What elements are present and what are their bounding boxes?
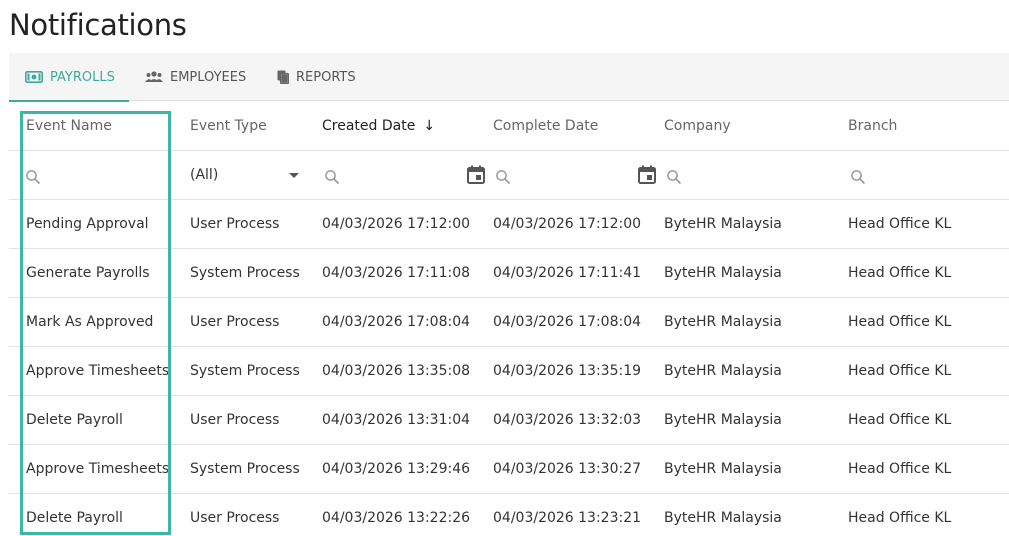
cell-complete-date: 04/03/2026 13:23:21	[493, 510, 642, 526]
cell-branch: Head Office KL	[848, 363, 952, 379]
tab-label: REPORTS	[296, 69, 356, 85]
branch-filter-input[interactable]	[848, 151, 1008, 199]
notifications-grid: Event Name Event Type Created Date ↓ Com…	[9, 102, 1009, 536]
column-header-branch[interactable]: Branch	[848, 102, 1008, 150]
cell-branch: Head Office KL	[848, 265, 952, 281]
cell-event-type: System Process	[190, 265, 300, 281]
cell-event-name: Approve Timesheets	[26, 461, 170, 477]
cell-branch: Head Office KL	[848, 510, 952, 526]
table-row[interactable]: Pending Approval User Process 04/03/2026…	[9, 200, 1009, 249]
cell-created-date: 04/03/2026 13:29:46	[322, 461, 471, 477]
table-row[interactable]: Delete Payroll User Process 04/03/2026 1…	[9, 494, 1009, 536]
cell-event-type: User Process	[190, 314, 280, 330]
cell-company: ByteHR Malaysia	[664, 216, 782, 232]
column-header-event-type[interactable]: Event Type	[190, 102, 320, 150]
search-icon	[850, 169, 866, 185]
column-header-label: Created Date	[322, 118, 416, 134]
cell-company: ByteHR Malaysia	[664, 363, 782, 379]
tab-payrolls[interactable]: PAYROLLS	[9, 53, 129, 102]
column-header-complete-date[interactable]: Complete Date	[493, 102, 658, 150]
cell-created-date: 04/03/2026 13:22:26	[322, 510, 471, 526]
cell-created-date: 04/03/2026 17:12:00	[322, 216, 471, 232]
column-header-created-date[interactable]: Created Date ↓	[322, 102, 487, 150]
cell-complete-date: 04/03/2026 13:35:19	[493, 363, 642, 379]
tab-bar: PAYROLLS EMPLOYEES REPORTS	[9, 53, 1009, 102]
search-icon	[25, 169, 41, 185]
cell-event-name: Delete Payroll	[26, 412, 123, 428]
cell-company: ByteHR Malaysia	[664, 412, 782, 428]
money-icon	[25, 71, 43, 83]
event-type-filter-select[interactable]: (All)	[190, 151, 320, 199]
users-icon	[145, 71, 163, 83]
search-icon	[495, 169, 511, 185]
filter-select-value: (All)	[190, 167, 219, 183]
page-title: Notifications	[9, 8, 187, 42]
cell-company: ByteHR Malaysia	[664, 265, 782, 281]
calendar-icon[interactable]	[467, 165, 485, 188]
cell-created-date: 04/03/2026 13:35:08	[322, 363, 471, 379]
cell-created-date: 04/03/2026 17:11:08	[322, 265, 471, 281]
tab-label: EMPLOYEES	[170, 69, 247, 85]
cell-company: ByteHR Malaysia	[664, 510, 782, 526]
header-row: Event Name Event Type Created Date ↓ Com…	[9, 102, 1009, 151]
cell-created-date: 04/03/2026 13:31:04	[322, 412, 471, 428]
sort-desc-icon: ↓	[423, 118, 436, 134]
table-row[interactable]: Mark As Approved User Process 04/03/2026…	[9, 298, 1009, 347]
cell-event-type: User Process	[190, 510, 280, 526]
search-icon	[666, 169, 682, 185]
cell-complete-date: 04/03/2026 17:11:41	[493, 265, 642, 281]
cell-created-date: 04/03/2026 17:08:04	[322, 314, 471, 330]
column-header-event-name[interactable]: Event Name	[26, 102, 176, 150]
cell-branch: Head Office KL	[848, 412, 952, 428]
cell-event-name: Generate Payrolls	[26, 265, 150, 281]
cell-company: ByteHR Malaysia	[664, 314, 782, 330]
cell-event-name: Approve Timesheets	[26, 363, 170, 379]
company-filter-input[interactable]	[664, 151, 844, 199]
cell-branch: Head Office KL	[848, 461, 952, 477]
table-row[interactable]: Approve Timesheets System Process 04/03/…	[9, 445, 1009, 494]
cell-event-type: System Process	[190, 461, 300, 477]
table-row[interactable]: Delete Payroll User Process 04/03/2026 1…	[9, 396, 1009, 445]
cell-event-type: System Process	[190, 363, 300, 379]
cell-complete-date: 04/03/2026 13:32:03	[493, 412, 642, 428]
calendar-icon[interactable]	[638, 165, 656, 188]
filter-row: (All)	[9, 151, 1009, 200]
cell-event-name: Delete Payroll	[26, 510, 123, 526]
cell-event-type: User Process	[190, 216, 280, 232]
cell-branch: Head Office KL	[848, 314, 952, 330]
cell-branch: Head Office KL	[848, 216, 952, 232]
cell-event-name: Mark As Approved	[26, 314, 154, 330]
cell-event-name: Pending Approval	[26, 216, 149, 232]
tab-label: PAYROLLS	[50, 69, 115, 85]
cell-complete-date: 04/03/2026 17:08:04	[493, 314, 642, 330]
tab-employees[interactable]: EMPLOYEES	[129, 53, 253, 101]
column-header-company[interactable]: Company	[664, 102, 844, 150]
chevron-down-icon	[289, 173, 299, 178]
cell-event-type: User Process	[190, 412, 280, 428]
created-date-filter-input[interactable]	[322, 151, 487, 199]
complete-date-filter-input[interactable]	[493, 151, 658, 199]
search-icon	[324, 169, 340, 185]
tab-reports[interactable]: REPORTS	[261, 53, 371, 101]
cell-company: ByteHR Malaysia	[664, 461, 782, 477]
cell-complete-date: 04/03/2026 17:12:00	[493, 216, 642, 232]
copy-icon	[277, 70, 289, 84]
table-row[interactable]: Generate Payrolls System Process 04/03/2…	[9, 249, 1009, 298]
event-name-filter-input[interactable]	[26, 151, 176, 199]
cell-complete-date: 04/03/2026 13:30:27	[493, 461, 642, 477]
table-row[interactable]: Approve Timesheets System Process 04/03/…	[9, 347, 1009, 396]
